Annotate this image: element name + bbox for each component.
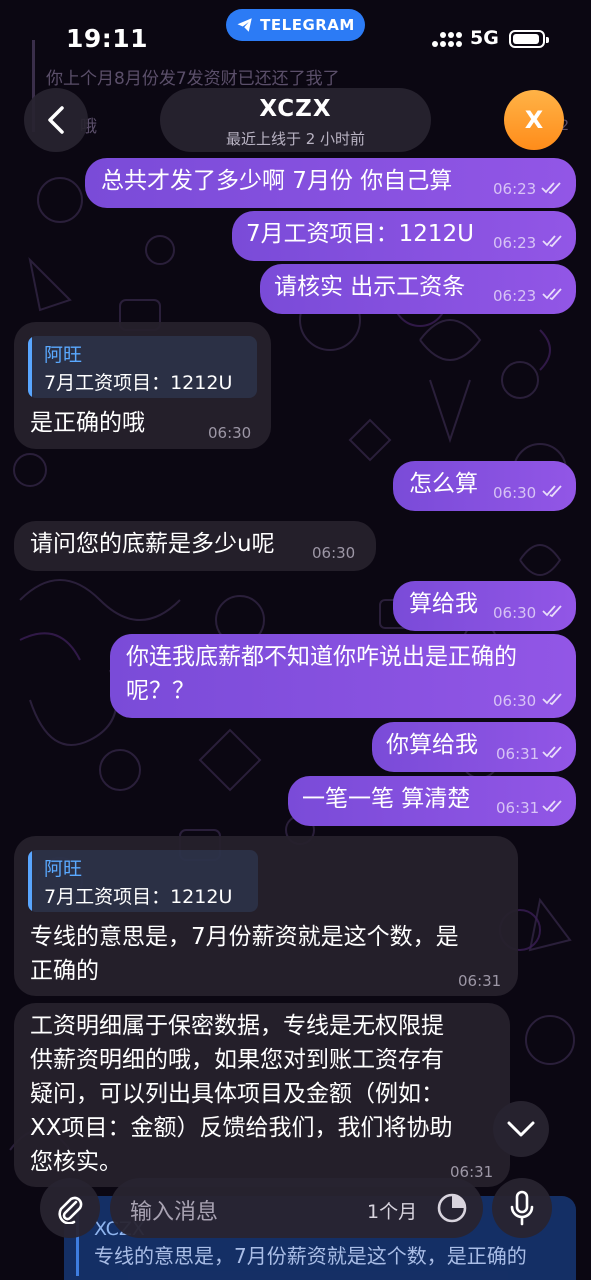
message-outgoing[interactable]: 算给我 06:30	[393, 581, 576, 631]
message-text: 请核实 出示工资条	[274, 274, 466, 300]
reply-quote[interactable]: 阿旺 7月工资项目：1212U	[28, 336, 257, 398]
double-check-icon	[542, 605, 562, 618]
message-time: 06:30	[493, 692, 537, 710]
telegram-pill-label: TELEGRAM	[260, 16, 355, 34]
telegram-pill[interactable]: TELEGRAM	[226, 9, 365, 41]
chat-title[interactable]: XCZX 最近上线于 2 小时前	[160, 88, 431, 152]
attach-button[interactable]	[40, 1178, 100, 1238]
message-incoming[interactable]: 阿旺 7月工资项目：1212U 专线的意思是，7月份薪资就是这个数，是 正确的 …	[14, 836, 518, 996]
message-text: 7月工资项目：1212U	[246, 221, 475, 247]
reply-quote[interactable]: 阿旺 7月工资项目：1212U	[28, 850, 258, 912]
reply-name: 阿旺	[44, 344, 83, 366]
reply-text: 7月工资项目：1212U	[44, 372, 233, 394]
voice-message-button[interactable]	[492, 1178, 552, 1238]
scroll-down-button[interactable]	[493, 1101, 549, 1157]
reply-text: 7月工资项目：1212U	[44, 886, 233, 908]
message-text: 算给我	[409, 591, 478, 617]
message-time: 06:30	[493, 604, 537, 622]
message-outgoing[interactable]: 你连我底薪都不知道你咋说出是正确的 呢？？ 06:30	[110, 634, 576, 718]
double-check-icon	[542, 693, 562, 706]
mic-icon	[510, 1190, 534, 1226]
message-time: 06:31	[496, 799, 540, 817]
message-text-line-1: 你连我底薪都不知道你咋说出是正确的	[126, 644, 517, 670]
clock-icon[interactable]	[436, 1192, 468, 1224]
telegram-plane-icon	[237, 18, 252, 32]
avatar[interactable]: X	[504, 90, 564, 150]
reply-name: 阿旺	[44, 858, 83, 880]
avatar-letter: X	[524, 106, 544, 134]
message-time: 06:23	[493, 180, 537, 198]
message-text: 请问您的底薪是多少u呢	[30, 531, 275, 557]
message-text-line-3: 疑问，可以列出具体项目及金额（例如：	[30, 1081, 444, 1107]
message-text-line-5: 您核实。	[30, 1149, 122, 1175]
message-text-line-1: 工资明细属于保密数据，专线是无权限提	[30, 1013, 444, 1039]
message-text: 你算给我	[386, 732, 478, 758]
chat-header: XCZX 最近上线于 2 小时前 X	[0, 84, 591, 156]
message-incoming[interactable]: 请问您的底薪是多少u呢 06:30	[14, 521, 376, 571]
message-outgoing[interactable]: 7月工资项目：1212U 06:23	[232, 211, 576, 261]
message-time: 06:30	[312, 544, 356, 562]
message-input-placeholder: 输入消息	[130, 1200, 219, 1225]
signal-icon	[432, 32, 462, 47]
reply-bar	[28, 850, 32, 912]
double-check-icon	[542, 746, 562, 759]
message-text-line-2: 呢？？	[126, 678, 195, 704]
message-incoming[interactable]: 阿旺 7月工资项目：1212U 是正确的哦 06:30	[14, 322, 271, 449]
message-outgoing[interactable]: 你算给我 06:31	[372, 722, 576, 772]
message-outgoing[interactable]: 请核实 出示工资条 06:23	[260, 264, 576, 314]
message-time: 06:30	[208, 424, 252, 442]
message-outgoing[interactable]: 一笔一笔 算清楚 06:31	[288, 776, 576, 826]
message-outgoing[interactable]: 怎么算 06:30	[393, 461, 576, 511]
back-chevron-icon	[48, 106, 64, 134]
message-outgoing[interactable]: 总共才发了多少啊 7月份 你自己算 06:23	[85, 158, 576, 208]
chevron-down-icon	[507, 1121, 535, 1137]
battery-icon	[509, 30, 549, 48]
double-check-icon	[542, 288, 562, 301]
message-text-line-2: 正确的	[30, 958, 99, 984]
double-check-icon	[542, 800, 562, 813]
reply-bar	[28, 336, 32, 398]
auto-delete-timer[interactable]: 1个月	[367, 1197, 417, 1224]
message-text: 是正确的哦	[30, 410, 145, 436]
double-check-icon	[542, 235, 562, 248]
status-time: 19:11	[66, 24, 149, 53]
message-time: 06:23	[493, 287, 537, 305]
message-input[interactable]: 输入消息 1个月	[110, 1178, 483, 1238]
attach-icon	[58, 1196, 83, 1224]
pinned-text: 专线的意思是，7月份薪资就是这个数，是正确的	[94, 1244, 527, 1268]
message-time: 06:31	[458, 972, 502, 990]
message-text-line-1: 专线的意思是，7月份薪资就是这个数，是	[30, 924, 459, 950]
message-text: 一笔一笔 算清楚	[302, 786, 471, 812]
status-bar: 19:11 TELEGRAM 5G	[0, 0, 591, 80]
contact-name: XCZX	[259, 96, 332, 122]
message-time: 06:30	[493, 484, 537, 502]
last-seen: 最近上线于 2 小时前	[225, 130, 366, 148]
message-text-line-4: XX项目：金额）反馈给我们，我们将协助	[30, 1115, 453, 1141]
message-incoming[interactable]: 工资明细属于保密数据，专线是无权限提 供薪资明细的哦，如果您对到账工资存有 疑问…	[14, 1003, 510, 1187]
double-check-icon	[541, 182, 561, 195]
double-check-icon	[542, 485, 562, 498]
message-time: 06:23	[493, 234, 537, 252]
back-button[interactable]	[24, 88, 88, 152]
message-text: 总共才发了多少啊 7月份 你自己算	[101, 168, 453, 194]
message-time: 06:31	[496, 745, 540, 763]
message-text: 怎么算	[409, 471, 478, 497]
network-type: 5G	[470, 27, 499, 49]
message-text-line-2: 供薪资明细的哦，如果您对到账工资存有	[30, 1047, 444, 1073]
